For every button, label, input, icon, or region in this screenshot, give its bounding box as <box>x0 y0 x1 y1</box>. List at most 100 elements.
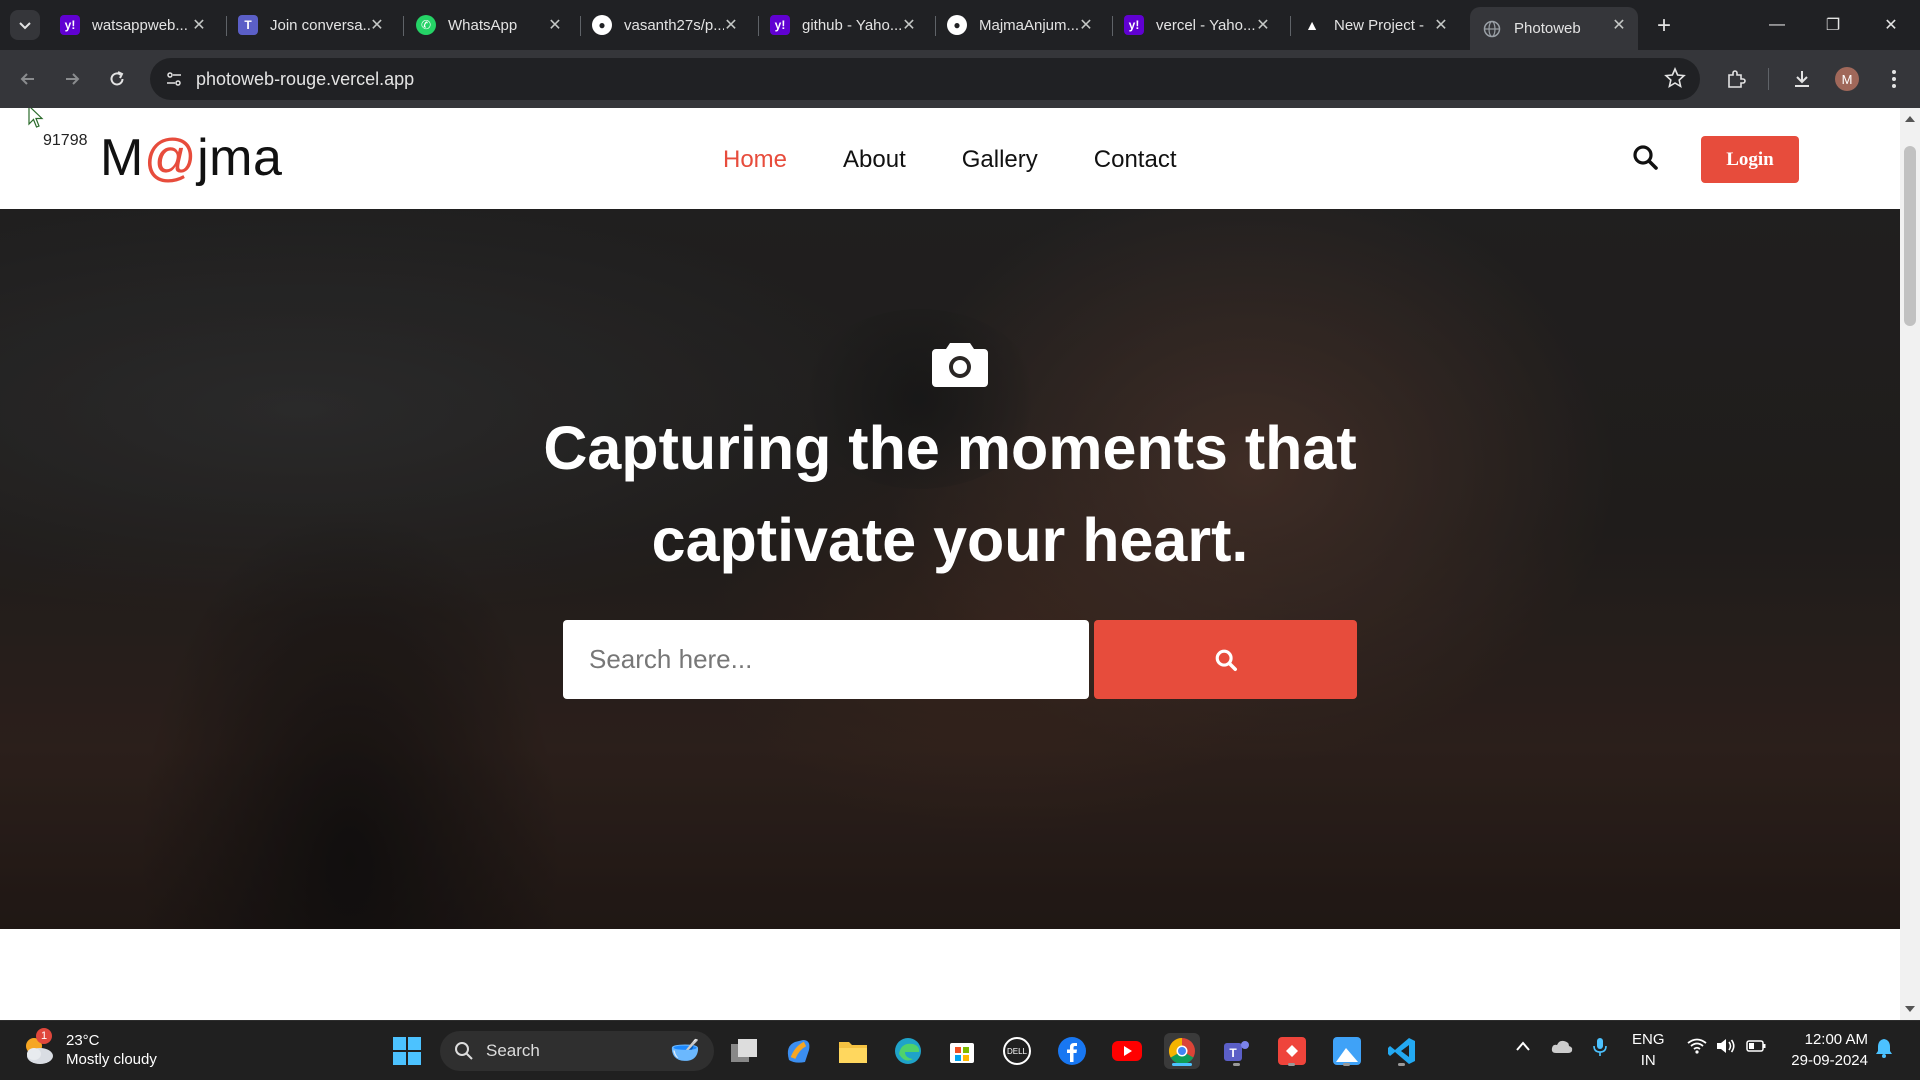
tab-search-button[interactable] <box>10 10 40 40</box>
close-tab-icon[interactable]: ✕ <box>1254 16 1272 34</box>
file-explorer-app[interactable] <box>835 1033 871 1069</box>
taskbar-search[interactable]: Search 🥣 <box>440 1031 714 1071</box>
hero-search-button[interactable] <box>1094 620 1357 699</box>
edge-app[interactable] <box>890 1033 926 1069</box>
svg-text:T: T <box>1229 1046 1237 1060</box>
tab-vercel-yahoo[interactable]: y! vercel - Yaho... ✕ <box>1112 7 1282 43</box>
site-logo[interactable]: M@jma <box>100 128 282 188</box>
address-bar[interactable]: photoweb-rouge.vercel.app <box>150 58 1700 100</box>
close-tab-icon[interactable]: ✕ <box>900 16 918 34</box>
tab-title: New Project - <box>1334 16 1425 34</box>
chrome-app[interactable] <box>1164 1033 1200 1069</box>
tab-join-conversation[interactable]: T Join conversa... ✕ <box>226 7 396 43</box>
tab-photoweb[interactable]: Photoweb ✕ <box>1470 7 1638 50</box>
nav-about[interactable]: About <box>843 146 906 174</box>
cloudy-weather-icon: 1 <box>20 1028 56 1068</box>
hero-search-input[interactable] <box>563 620 1089 699</box>
reload-icon <box>110 71 124 86</box>
teams-icon: T <box>238 15 258 35</box>
whatsapp-icon: ✆ <box>416 15 436 35</box>
close-tab-icon[interactable]: ✕ <box>1610 16 1628 34</box>
tab-title: Photoweb <box>1514 20 1581 37</box>
facebook-app[interactable] <box>1054 1033 1090 1069</box>
nav-home[interactable]: Home <box>723 146 787 174</box>
profile-avatar[interactable]: M <box>1835 67 1859 91</box>
bookmark-star-icon[interactable] <box>1664 66 1686 94</box>
tab-vasanth27s[interactable]: ● vasanth27s/p... ✕ <box>580 7 750 43</box>
teams-icon: T <box>1224 1041 1249 1061</box>
photos-app[interactable] <box>1329 1033 1365 1069</box>
tab-title: WhatsApp <box>448 16 518 34</box>
youtube-app[interactable] <box>1109 1033 1145 1069</box>
svg-text:DELL: DELL <box>1007 1047 1028 1056</box>
wifi-icon[interactable] <box>1687 1038 1707 1058</box>
globe-icon <box>1482 19 1502 39</box>
logo-prefix: M <box>100 129 144 187</box>
microsoft-store-app[interactable] <box>944 1033 980 1069</box>
vscode-icon <box>1388 1038 1415 1064</box>
page-scrollbar[interactable] <box>1900 108 1920 1020</box>
close-tab-icon[interactable]: ✕ <box>190 16 208 34</box>
scrollbar-thumb[interactable] <box>1904 146 1916 326</box>
notification-bell-icon[interactable] <box>1875 1038 1893 1062</box>
start-button[interactable] <box>389 1033 425 1069</box>
weather-widget[interactable]: 1 23°C Mostly cloudy <box>20 1028 157 1069</box>
minimize-button[interactable]: — <box>1754 8 1800 42</box>
weather-condition: Mostly cloudy <box>66 1051 157 1068</box>
yahoo-icon: y! <box>60 15 80 35</box>
close-tab-icon[interactable]: ✕ <box>368 16 386 34</box>
show-hidden-icons-button[interactable] <box>1515 1039 1531 1056</box>
battery-icon[interactable] <box>1746 1039 1766 1057</box>
downloads-button[interactable] <box>1786 63 1818 95</box>
login-button[interactable]: Login <box>1701 136 1799 183</box>
extensions-button[interactable] <box>1720 63 1752 95</box>
site-info-icon[interactable] <box>160 65 188 93</box>
copilot-app[interactable] <box>780 1033 816 1069</box>
restore-button[interactable]: ❐ <box>1810 8 1856 42</box>
tab-watsappweb[interactable]: y! watsappweb... ✕ <box>48 7 218 43</box>
site-header: 91798 M@jma Home About Gallery Contact L… <box>0 108 1900 209</box>
lang-line1: ENG <box>1632 1031 1665 1048</box>
microphone-icon[interactable] <box>1593 1037 1607 1061</box>
volume-icon[interactable] <box>1716 1038 1736 1058</box>
onedrive-icon[interactable] <box>1550 1037 1574 1059</box>
hero-title-line2: captivate your heart. <box>651 506 1249 574</box>
browser-toolbar: photoweb-rouge.vercel.app M <box>0 50 1920 108</box>
task-view-button[interactable] <box>726 1033 762 1069</box>
remote-desktop-icon <box>1278 1037 1306 1065</box>
nav-contact[interactable]: Contact <box>1094 146 1177 174</box>
close-tab-icon[interactable]: ✕ <box>1432 16 1450 34</box>
vscode-app[interactable] <box>1384 1033 1420 1069</box>
header-search-icon[interactable] <box>1632 144 1658 175</box>
yahoo-icon: y! <box>1124 15 1144 35</box>
dell-app[interactable]: DELL <box>999 1033 1035 1069</box>
menu-button[interactable] <box>1878 63 1910 95</box>
tab-majmaanjum[interactable]: ● MajmaAnjum... ✕ <box>935 7 1105 43</box>
close-window-button[interactable]: ✕ <box>1868 8 1914 42</box>
weather-temp: 23°C <box>66 1032 100 1049</box>
close-tab-icon[interactable]: ✕ <box>546 16 564 34</box>
lang-line2: IN <box>1640 1052 1656 1069</box>
tab-new-project[interactable]: ▲ New Project - ✕ <box>1290 7 1460 43</box>
tab-github-yahoo[interactable]: y! github - Yaho... ✕ <box>758 7 928 43</box>
back-button[interactable] <box>12 63 44 95</box>
close-tab-icon[interactable]: ✕ <box>722 16 740 34</box>
chrome-icon <box>1168 1037 1195 1065</box>
reload-button[interactable] <box>101 63 133 95</box>
tab-strip: y! watsappweb... ✕ T Join conversa... ✕ … <box>0 0 1920 50</box>
forward-button[interactable] <box>56 63 88 95</box>
teams-app[interactable]: T <box>1219 1033 1255 1069</box>
system-clock[interactable]: 12:00 AM 29-09-2024 <box>1782 1029 1868 1071</box>
new-tab-button[interactable]: + <box>1650 12 1678 40</box>
nav-gallery[interactable]: Gallery <box>962 146 1038 174</box>
anydesk-app[interactable] <box>1274 1033 1310 1069</box>
search-icon <box>1215 649 1237 671</box>
visitor-counter: 91798 <box>43 132 88 149</box>
taskbar-search-label: Search <box>486 1041 540 1060</box>
back-arrow-icon <box>20 73 34 85</box>
close-tab-icon[interactable]: ✕ <box>1077 16 1095 34</box>
language-indicator[interactable]: ENG IN <box>1632 1029 1665 1071</box>
github-icon: ● <box>947 15 967 35</box>
tab-whatsapp[interactable]: ✆ WhatsApp ✕ <box>404 7 574 43</box>
edge-icon <box>895 1038 921 1064</box>
